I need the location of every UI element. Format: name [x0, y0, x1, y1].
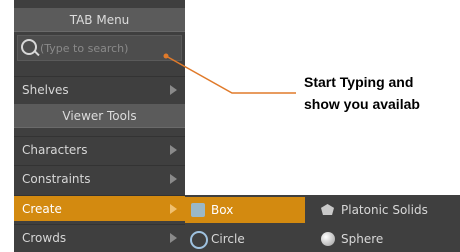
callout-line [163, 53, 296, 94]
annotation-text: Start Typing and show you availab [304, 71, 420, 115]
annotation-line-1: Start Typing and [304, 74, 414, 90]
annotation-line-2: show you availab [304, 96, 420, 112]
